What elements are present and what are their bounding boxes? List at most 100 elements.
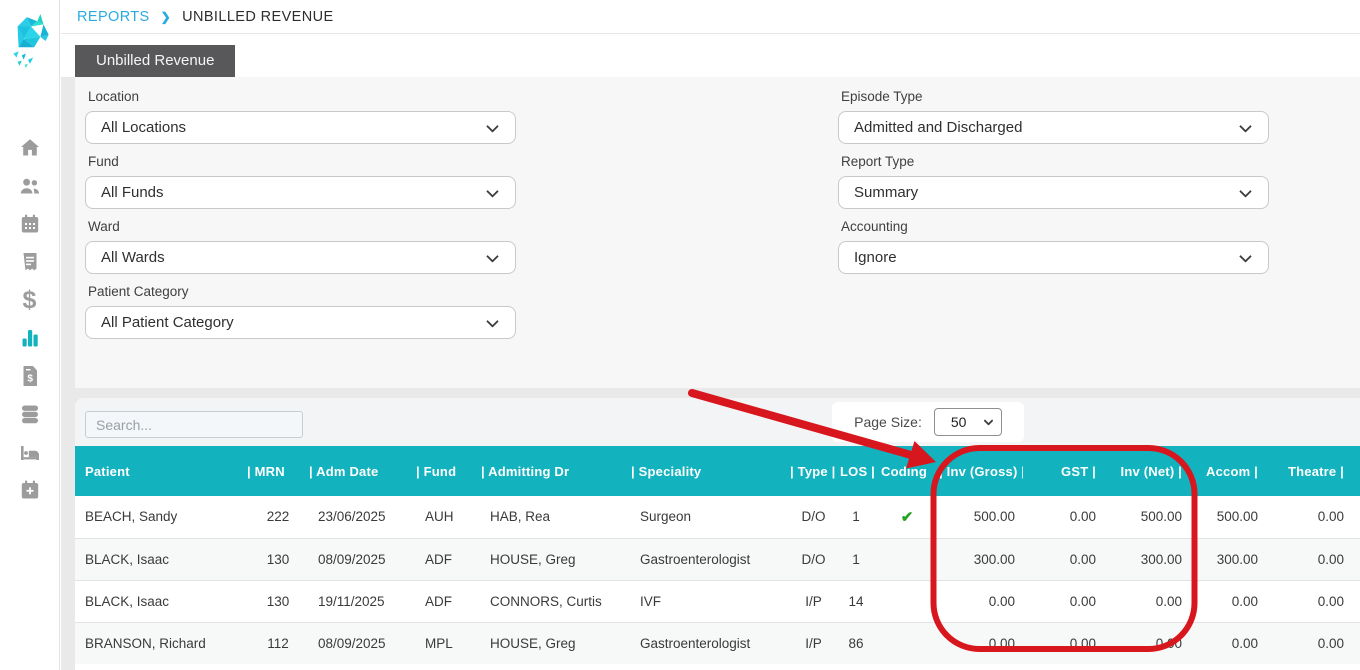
table-header: Patient| MRN| Adm Date| Fund| Admitting … <box>75 446 1360 496</box>
table-row[interactable]: BRANSON, Richard11208/09/2025MPLHOUSE, G… <box>75 622 1360 664</box>
invoice-dollar-icon[interactable]: $ <box>18 364 42 388</box>
cell-mrn: 130 <box>247 538 309 580</box>
cell-spacer <box>1352 580 1360 622</box>
cell-speciality: Surgeon <box>631 496 790 538</box>
cell-fund: MPL <box>416 622 481 664</box>
col-fund-header[interactable]: | Fund <box>416 446 481 496</box>
patient-category-value: All Patient Category <box>101 314 234 331</box>
cell-inv-gross: 300.00 <box>939 538 1023 580</box>
col-spacer-header[interactable] <box>1352 446 1360 496</box>
calendar-icon[interactable] <box>18 212 42 236</box>
cell-type: D/O <box>790 538 837 580</box>
col-los-header[interactable]: LOS | <box>837 446 875 496</box>
report-type-value: Summary <box>854 184 918 201</box>
tab-unbilled-revenue[interactable]: Unbilled Revenue <box>75 45 235 77</box>
breadcrumb-reports-link[interactable]: REPORTS <box>77 9 150 25</box>
unbilled-revenue-table: Patient| MRN| Adm Date| Fund| Admitting … <box>75 446 1360 665</box>
col-admitting-dr-header[interactable]: | Admitting Dr <box>481 446 631 496</box>
col-coding-header[interactable]: Coding <box>875 446 939 496</box>
cell-theatre: 0.00 <box>1266 496 1352 538</box>
col-type-header[interactable]: | Type | <box>790 446 837 496</box>
col-inv-net-header[interactable]: Inv (Net) | <box>1104 446 1190 496</box>
col-gst-header[interactable]: GST | <box>1023 446 1104 496</box>
search-input[interactable] <box>85 411 303 438</box>
cell-admitting-dr: HOUSE, Greg <box>481 538 631 580</box>
partial-next-row <box>75 664 1360 670</box>
breadcrumb: REPORTS ❯ UNBILLED REVENUE <box>77 9 334 25</box>
page-size-select[interactable]: 50 <box>934 408 1002 436</box>
ward-label: Ward <box>88 219 516 234</box>
receipt-icon[interactable] <box>18 250 42 274</box>
table-row[interactable]: BEACH, Sandy22223/06/2025AUHHAB, ReaSurg… <box>75 496 1360 538</box>
chevron-down-icon <box>1239 250 1252 263</box>
sidebar-nav: $ $ <box>0 136 59 502</box>
fund-select[interactable]: All Funds <box>85 176 516 209</box>
cell-gst: 0.00 <box>1023 580 1104 622</box>
col-mrn-header[interactable]: | MRN <box>247 446 309 496</box>
cell-accom: 0.00 <box>1190 622 1266 664</box>
cell-speciality: IVF <box>631 580 790 622</box>
filter-column-right: Episode Type Admitted and Discharged Rep… <box>838 89 1269 284</box>
database-icon[interactable] <box>18 402 42 426</box>
episode-type-value: Admitted and Discharged <box>854 119 1022 136</box>
chevron-down-icon <box>1239 185 1252 198</box>
home-icon[interactable] <box>18 136 42 160</box>
cell-los: 86 <box>837 622 875 664</box>
episode-type-select[interactable]: Admitted and Discharged <box>838 111 1269 144</box>
table-row[interactable]: BLACK, Isaac13008/09/2025ADFHOUSE, GregG… <box>75 538 1360 580</box>
cell-inv-gross: 0.00 <box>939 622 1023 664</box>
col-patient-header[interactable]: Patient <box>75 446 247 496</box>
col-adm-date-header[interactable]: | Adm Date <box>309 446 416 496</box>
ward-select[interactable]: All Wards <box>85 241 516 274</box>
cell-theatre: 0.00 <box>1266 622 1352 664</box>
cell-type: I/P <box>790 580 837 622</box>
bar-chart-icon[interactable] <box>18 326 42 350</box>
report-type-select[interactable]: Summary <box>838 176 1269 209</box>
accounting-value: Ignore <box>854 249 897 266</box>
table-body: BEACH, Sandy22223/06/2025AUHHAB, ReaSurg… <box>75 496 1360 664</box>
calendar-plus-icon[interactable] <box>18 478 42 502</box>
col-accom-header[interactable]: Accom | <box>1190 446 1266 496</box>
cell-los: 1 <box>837 538 875 580</box>
chevron-down-icon <box>486 185 499 198</box>
chevron-down-icon <box>486 120 499 133</box>
cell-patient: BEACH, Sandy <box>75 496 247 538</box>
cell-mrn: 222 <box>247 496 309 538</box>
location-select[interactable]: All Locations <box>85 111 516 144</box>
cell-mrn: 130 <box>247 580 309 622</box>
col-inv-gross-header[interactable]: | Inv (Gross) | <box>939 446 1023 496</box>
col-theatre-header[interactable]: Theatre | <box>1266 446 1352 496</box>
cell-gst: 0.00 <box>1023 496 1104 538</box>
cell-admitting-dr: HAB, Rea <box>481 496 631 538</box>
cell-coding <box>875 622 939 664</box>
cell-gst: 0.00 <box>1023 622 1104 664</box>
cell-type: I/P <box>790 622 837 664</box>
cell-fund: ADF <box>416 580 481 622</box>
cell-accom: 500.00 <box>1190 496 1266 538</box>
cell-spacer <box>1352 538 1360 580</box>
report-type-label: Report Type <box>841 154 1269 169</box>
cell-gst: 0.00 <box>1023 538 1104 580</box>
cell-admitting-dr: CONNORS, Curtis <box>481 580 631 622</box>
cell-mrn: 112 <box>247 622 309 664</box>
cell-accom: 300.00 <box>1190 538 1266 580</box>
col-speciality-header[interactable]: | Speciality <box>631 446 790 496</box>
table-row[interactable]: BLACK, Isaac13019/11/2025ADFCONNORS, Cur… <box>75 580 1360 622</box>
bed-icon[interactable] <box>18 440 42 464</box>
cell-inv-net: 0.00 <box>1104 580 1190 622</box>
app-logo-dog-icon[interactable] <box>9 14 51 68</box>
cell-adm-date: 08/09/2025 <box>309 622 416 664</box>
cell-accom: 0.00 <box>1190 580 1266 622</box>
cell-patient: BRANSON, Richard <box>75 622 247 664</box>
fund-label: Fund <box>88 154 516 169</box>
page-size-label: Page Size: <box>854 414 922 430</box>
cell-coding <box>875 538 939 580</box>
cell-spacer <box>1352 622 1360 664</box>
cell-speciality: Gastroenterologist <box>631 622 790 664</box>
accounting-select[interactable]: Ignore <box>838 241 1269 274</box>
patient-category-select[interactable]: All Patient Category <box>85 306 516 339</box>
cell-los: 14 <box>837 580 875 622</box>
users-icon[interactable] <box>18 174 42 198</box>
dollar-icon[interactable]: $ <box>18 288 42 312</box>
accounting-label: Accounting <box>841 219 1269 234</box>
